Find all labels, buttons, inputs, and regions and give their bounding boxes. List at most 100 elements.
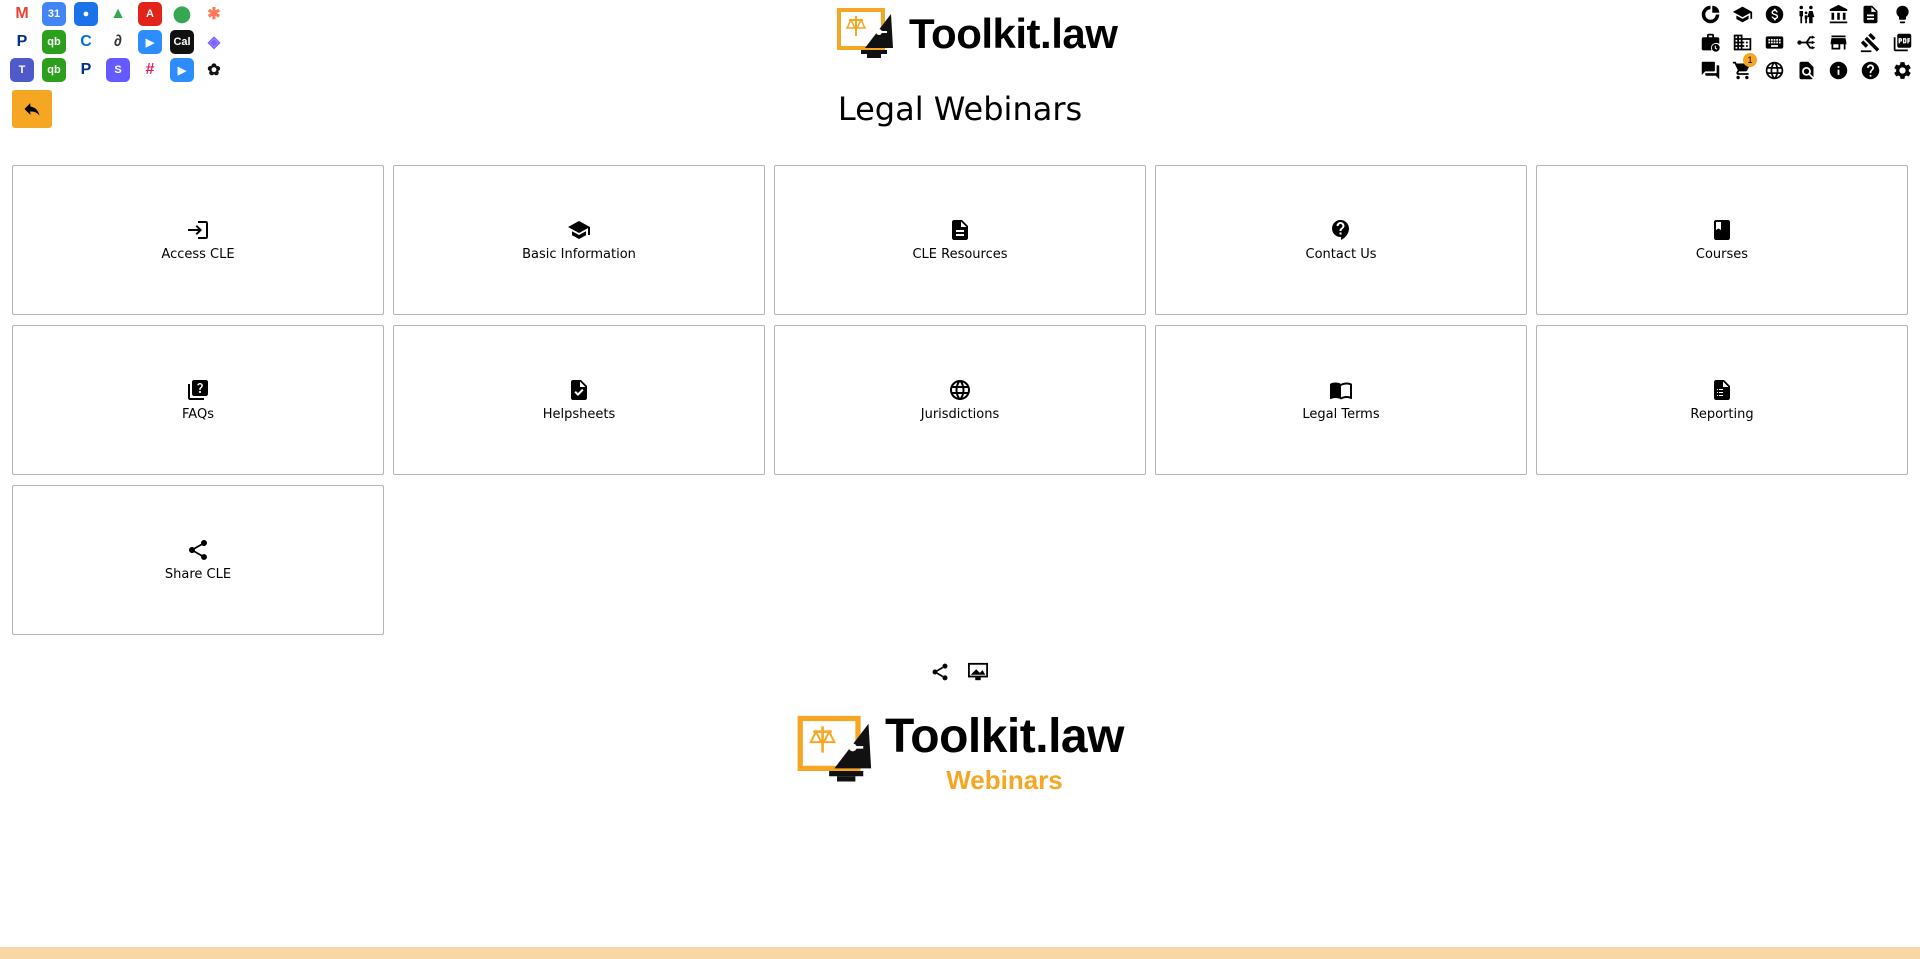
google-contacts-icon[interactable]: ● bbox=[74, 2, 98, 26]
document-button[interactable] bbox=[1858, 2, 1882, 26]
zoom-alt-icon[interactable]: ▶ bbox=[170, 58, 194, 82]
card-label: FAQs bbox=[182, 407, 214, 422]
footer-brand-name: Toolkit.law bbox=[885, 710, 1124, 763]
dollar-button[interactable] bbox=[1762, 2, 1786, 26]
evernote-icon[interactable]: ∂ bbox=[106, 30, 130, 54]
globe-icon bbox=[950, 380, 970, 400]
tool-row bbox=[1698, 30, 1914, 54]
graduation-cap-icon bbox=[568, 221, 590, 239]
quiz-icon bbox=[188, 380, 208, 400]
card-contact-us[interactable]: Contact Us bbox=[1155, 165, 1527, 315]
search-document-button[interactable] bbox=[1794, 58, 1818, 82]
lightbulb-button[interactable] bbox=[1890, 2, 1914, 26]
share-icon bbox=[189, 540, 207, 560]
card-helpsheets[interactable]: Helpsheets bbox=[393, 325, 765, 475]
header-logo[interactable]: Toolkit.law bbox=[835, 6, 1118, 62]
header-brand-name: Toolkit.law bbox=[909, 10, 1118, 57]
footer-share-button[interactable] bbox=[928, 660, 952, 684]
share-icon bbox=[932, 663, 948, 681]
login-icon bbox=[188, 221, 208, 239]
quickbooks-icon[interactable]: qb bbox=[42, 30, 66, 54]
openai-icon[interactable]: ✿ bbox=[202, 58, 226, 82]
zoom-icon[interactable]: ▶ bbox=[138, 30, 162, 54]
tool-row bbox=[1698, 2, 1914, 26]
settings-icon bbox=[1893, 61, 1911, 79]
store-button[interactable] bbox=[1826, 30, 1850, 54]
card-label: Reporting bbox=[1690, 407, 1754, 422]
family-button[interactable] bbox=[1794, 2, 1818, 26]
chat-button[interactable] bbox=[1698, 58, 1722, 82]
keyboard-button[interactable] bbox=[1762, 30, 1786, 54]
card-legal-terms[interactable]: Legal Terms bbox=[1155, 325, 1527, 475]
pdf-icon bbox=[1893, 33, 1911, 51]
card-cle-resources[interactable]: CLE Resources bbox=[774, 165, 1146, 315]
briefcase-clock-icon bbox=[1701, 33, 1720, 52]
card-label: CLE Resources bbox=[912, 247, 1008, 262]
card-label: Basic Information bbox=[522, 247, 636, 262]
hubspot-icon[interactable]: ✱ bbox=[202, 2, 226, 26]
google-maps-icon[interactable]: ⬤ bbox=[170, 2, 194, 26]
card-courses[interactable]: Courses bbox=[1536, 165, 1908, 315]
adobe-acrobat-icon[interactable]: A bbox=[138, 2, 162, 26]
help-icon bbox=[1861, 61, 1879, 79]
info-icon bbox=[1829, 61, 1847, 79]
footer-subtitle: Webinars bbox=[946, 765, 1063, 795]
card-basic-information[interactable]: Basic Information bbox=[393, 165, 765, 315]
clio-icon[interactable]: C bbox=[74, 30, 98, 54]
workflow-button[interactable] bbox=[1794, 30, 1818, 54]
tool-bar: 1 bbox=[1698, 2, 1914, 86]
analytics-button[interactable] bbox=[1698, 2, 1722, 26]
toolkit-logo-icon bbox=[837, 8, 893, 58]
footer-image-button[interactable] bbox=[966, 660, 990, 684]
quickbooks-alt-icon[interactable]: qb bbox=[42, 58, 66, 82]
report-icon bbox=[1714, 380, 1730, 400]
image-frame-icon bbox=[968, 662, 988, 681]
globe-button[interactable] bbox=[1762, 58, 1786, 82]
google-calendar-icon[interactable]: 31 bbox=[42, 2, 66, 26]
lightbulb-icon bbox=[1895, 5, 1909, 23]
family-icon bbox=[1799, 5, 1814, 23]
card-label: Contact Us bbox=[1305, 247, 1377, 262]
google-drive-icon[interactable]: ▲ bbox=[106, 2, 130, 26]
graduation-button[interactable] bbox=[1730, 2, 1754, 26]
contact-help-icon bbox=[1332, 220, 1349, 240]
footer-actions bbox=[928, 660, 990, 684]
dollar-icon bbox=[1765, 5, 1783, 23]
pdf-button[interactable] bbox=[1890, 30, 1914, 54]
paypal-alt-icon[interactable]: P bbox=[74, 58, 98, 82]
building-button[interactable] bbox=[1730, 30, 1754, 54]
card-label: Share CLE bbox=[164, 567, 232, 582]
card-access-cle[interactable]: Access CLE bbox=[12, 165, 384, 315]
card-share-cle[interactable]: Share CLE bbox=[12, 485, 384, 635]
gavel-button[interactable] bbox=[1858, 30, 1882, 54]
gmail-icon[interactable]: M bbox=[10, 2, 34, 26]
slack-icon[interactable]: # bbox=[138, 58, 162, 82]
bank-button[interactable] bbox=[1826, 2, 1850, 26]
toolkit-logo-icon bbox=[797, 715, 872, 782]
teams-icon[interactable]: T bbox=[10, 58, 34, 82]
analytics-icon bbox=[1701, 5, 1719, 23]
card-label: Access CLE bbox=[161, 247, 235, 262]
store-icon bbox=[1830, 35, 1846, 49]
cart-count-badge: 1 bbox=[1743, 53, 1757, 67]
help-button[interactable] bbox=[1858, 58, 1882, 82]
stripe-icon[interactable]: S bbox=[106, 58, 130, 82]
cart-button[interactable]: 1 bbox=[1730, 53, 1757, 82]
open-book-icon bbox=[1330, 382, 1352, 400]
card-reporting[interactable]: Reporting bbox=[1536, 325, 1908, 475]
card-label: Jurisdictions bbox=[920, 407, 1000, 422]
tool-row: 1 bbox=[1698, 53, 1914, 82]
keyboard-icon bbox=[1765, 35, 1783, 49]
page-title: Legal Webinars bbox=[837, 90, 1083, 128]
settings-button[interactable] bbox=[1890, 58, 1914, 82]
paypal-icon[interactable]: P bbox=[10, 30, 34, 54]
briefcase-clock-button[interactable] bbox=[1698, 30, 1722, 54]
info-button[interactable] bbox=[1826, 58, 1850, 82]
card-faqs[interactable]: FAQs bbox=[12, 325, 384, 475]
search-document-icon bbox=[1799, 61, 1813, 79]
bank-icon bbox=[1829, 4, 1847, 23]
workflow-icon bbox=[1796, 35, 1815, 49]
card-jurisdictions[interactable]: Jurisdictions bbox=[774, 325, 1146, 475]
copilot-icon[interactable]: ◈ bbox=[202, 30, 226, 54]
cal-icon[interactable]: Cal bbox=[170, 30, 194, 54]
